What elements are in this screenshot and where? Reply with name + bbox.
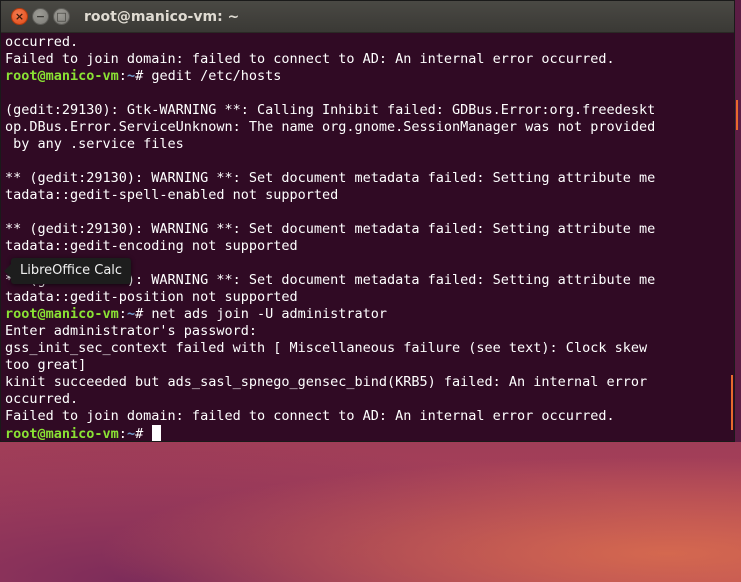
desktop-background [0, 440, 741, 582]
close-icon: × [14, 10, 25, 23]
title-bar[interactable]: × − □ root@manico-vm: ~ [1, 1, 734, 33]
output-line: too great] [5, 357, 87, 373]
command-text: gedit /etc/hosts [151, 68, 282, 84]
window-title: root@manico-vm: ~ [84, 8, 240, 25]
prompt-line: root@manico-vm:~# gedit /etc/hosts [5, 68, 730, 85]
prompt-user: root@manico-vm [5, 68, 119, 84]
prompt-separator: : [118, 68, 127, 84]
prompt-separator: : [118, 426, 127, 441]
prompt-user: root@manico-vm [5, 306, 119, 322]
prompt-symbol: # [135, 68, 152, 84]
output-line: occurred. [5, 34, 79, 50]
output-line: tadata::gedit-encoding not supported [5, 238, 298, 254]
scroll-indicator [731, 375, 733, 430]
output-line: kinit succeeded but ads_sasl_spnego_gens… [5, 374, 648, 390]
tooltip-label: LibreOffice Calc [20, 263, 123, 278]
terminal-window[interactable]: × − □ root@manico-vm: ~ occurred. Failed … [0, 0, 735, 442]
prompt-path: ~ [126, 68, 136, 84]
output-line: Failed to join domain: failed to connect… [5, 408, 615, 424]
output-line: (gedit:29130): Gtk-WARNING **: Calling I… [5, 102, 656, 118]
output-line: by any .service files [5, 136, 184, 152]
maximize-button[interactable]: □ [53, 8, 70, 25]
prompt-symbol: # [135, 306, 152, 322]
prompt-path: ~ [126, 306, 136, 322]
scroll-indicator [736, 100, 738, 130]
output-line: Enter administrator's password: [5, 323, 257, 339]
prompt-separator: : [118, 306, 127, 322]
launcher-tooltip: LibreOffice Calc [3, 258, 132, 284]
output-line: tadata::gedit-position not supported [5, 289, 298, 305]
output-line: tadata::gedit-spell-enabled not supporte… [5, 187, 339, 203]
text-cursor[interactable] [152, 425, 162, 441]
output-line: Failed to join domain: failed to connect… [5, 51, 615, 67]
minimize-icon: − [35, 10, 46, 23]
prompt-path: ~ [126, 426, 136, 441]
terminal-output[interactable]: occurred. Failed to join domain: failed t… [1, 33, 734, 441]
minimize-button[interactable]: − [32, 8, 49, 25]
output-line: op.DBus.Error.ServiceUnknown: The name o… [5, 119, 656, 135]
prompt-symbol: # [135, 426, 152, 441]
prompt-line: root@manico-vm:~# net ads join -U admini… [5, 306, 730, 323]
window-edge [735, 0, 741, 442]
maximize-icon: □ [56, 10, 67, 23]
command-text: net ads join -U administrator [151, 306, 388, 322]
prompt-user: root@manico-vm [5, 426, 119, 441]
close-button[interactable]: × [11, 8, 28, 25]
output-line: occurred. [5, 391, 79, 407]
output-line: gss_init_sec_context failed with [ Misce… [5, 340, 648, 356]
output-line: ** (gedit:29130): WARNING **: Set docume… [5, 221, 656, 237]
prompt-line: root@manico-vm:~# [5, 425, 730, 441]
output-line: ** (gedit:29130): WARNING **: Set docume… [5, 170, 656, 186]
